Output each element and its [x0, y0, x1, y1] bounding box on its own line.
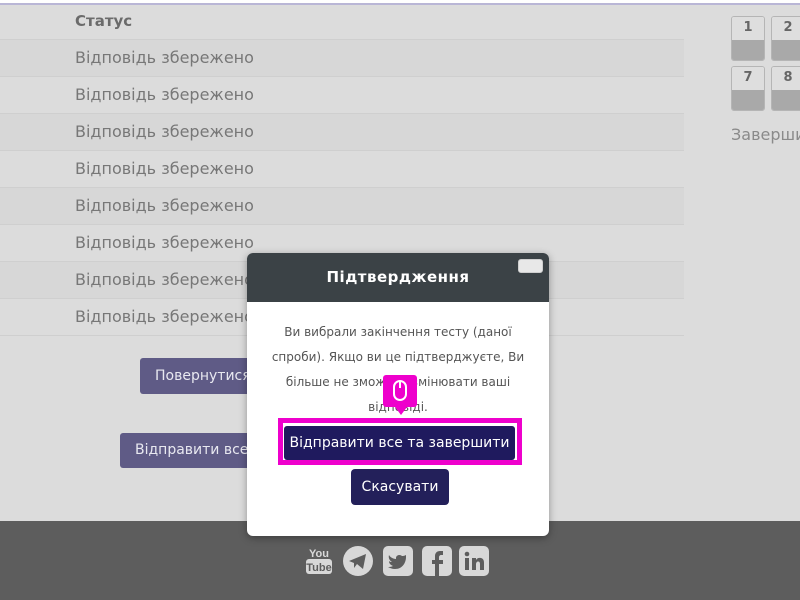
table-row: Відповідь збережено [0, 114, 684, 151]
quiz-nav-question-2[interactable]: 2 [771, 16, 800, 61]
quiz-nav-question-7[interactable]: 7 [731, 66, 765, 111]
twitter-icon[interactable] [382, 545, 414, 577]
status-cell: Відповідь збережено [75, 159, 254, 178]
question-number: 2 [772, 17, 800, 41]
quiz-nav-question-8[interactable]: 8 [771, 66, 800, 111]
question-number: 1 [732, 17, 764, 41]
answered-indicator [772, 90, 800, 110]
question-number: 7 [732, 67, 764, 91]
status-cell: Відповідь збережено [75, 122, 254, 141]
dialog-message-line: Ви вибрали закінчення тесту (даної [284, 325, 512, 339]
return-to-attempt-button[interactable]: Повернутися [140, 358, 255, 394]
dialog-message-line: спроби). Якщо ви це підтверджуєте, Ви [271, 350, 525, 364]
table-row: Відповідь збережено [0, 188, 684, 225]
status-cell: Відповідь збережено [75, 270, 254, 289]
table-row: Відповідь збережено [0, 77, 684, 114]
question-number: 8 [772, 67, 800, 91]
svg-text:You: You [309, 548, 329, 560]
submit-all-and-finish-button[interactable]: Відправити все та завершити [284, 426, 515, 460]
status-column-header: Статус [0, 5, 684, 40]
svg-text:Tube: Tube [306, 562, 331, 574]
close-dialog-button[interactable] [518, 259, 543, 273]
dialog-title: Підтвердження [247, 253, 549, 302]
submit-all-background-button[interactable]: Відправити все т [120, 433, 255, 468]
status-cell: Відповідь збережено [75, 48, 254, 67]
linkedin-icon[interactable] [458, 545, 490, 577]
answered-indicator [772, 40, 800, 60]
status-cell: Відповідь збережено [75, 233, 254, 252]
finish-attempt-link[interactable]: Заверши [731, 125, 800, 144]
answered-indicator [732, 40, 764, 60]
quiz-nav-question-1[interactable]: 1 [731, 16, 765, 61]
mouse-click-marker [383, 375, 417, 415]
table-row: Відповідь збережено [0, 40, 684, 77]
telegram-icon[interactable] [342, 545, 374, 577]
mouse-icon [393, 380, 407, 401]
status-cell: Відповідь збережено [75, 196, 254, 215]
status-cell: Відповідь збережено [75, 307, 254, 326]
facebook-icon[interactable] [421, 545, 453, 577]
answered-indicator [732, 90, 764, 110]
youtube-icon[interactable]: You Tube [303, 545, 335, 577]
cancel-button[interactable]: Скасувати [351, 469, 449, 505]
table-row: Відповідь збережено [0, 151, 684, 188]
status-cell: Відповідь збережено [75, 85, 254, 104]
